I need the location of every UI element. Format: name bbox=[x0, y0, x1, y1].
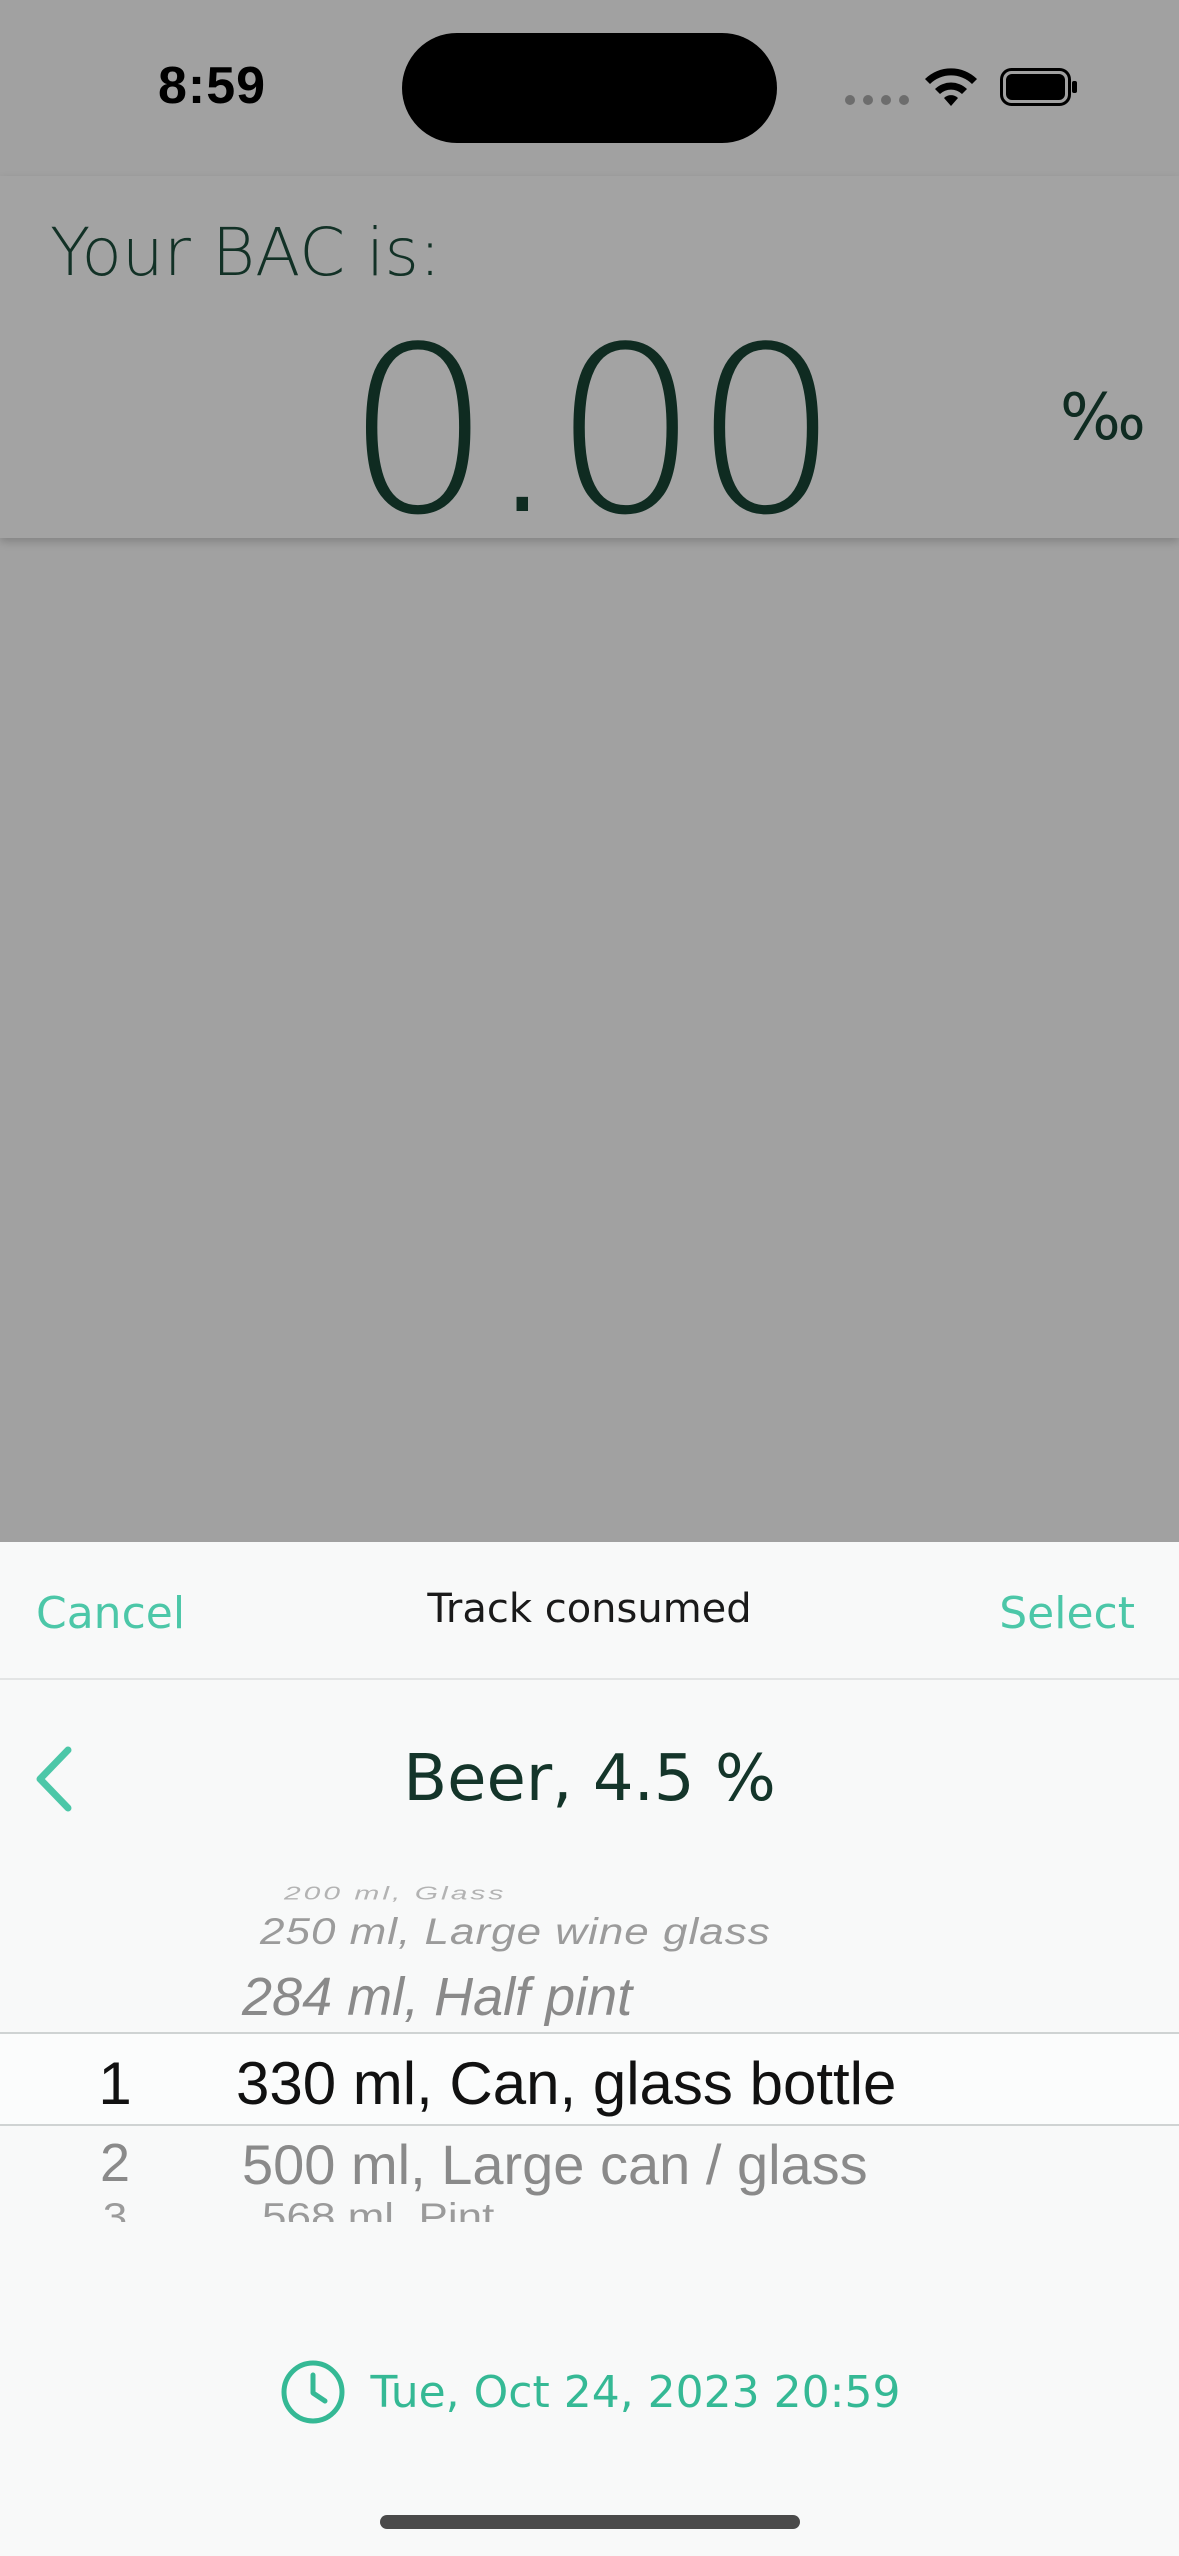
bac-label: Your BAC is: bbox=[50, 214, 442, 291]
clock-icon bbox=[281, 2360, 345, 2424]
bac-value: 0.00 bbox=[345, 299, 839, 566]
picker-size-option[interactable]: 200 ml, Glass bbox=[284, 1883, 506, 1904]
datetime-row[interactable]: Tue, Oct 24, 2023 20:59 bbox=[0, 2352, 1179, 2432]
select-button[interactable]: Select bbox=[999, 1588, 1135, 1639]
status-time: 8:59 bbox=[158, 57, 267, 115]
home-indicator bbox=[380, 2515, 800, 2529]
picker-size-option[interactable]: 250 ml, Large wine glass bbox=[260, 1911, 771, 1954]
picker-size-option[interactable]: 568 ml, Pint bbox=[262, 2196, 494, 2222]
picker-quantity-option[interactable]: 3 bbox=[70, 2196, 160, 2222]
sheet-toolbar: Cancel Track consumed Select bbox=[0, 1542, 1179, 1680]
picker-size-option[interactable]: 284 ml, Half pint bbox=[242, 1966, 632, 2028]
status-bar: 8:59 bbox=[0, 0, 1179, 176]
size-quantity-picker[interactable]: 200 ml, Glass 250 ml, Large wine glass 2… bbox=[0, 1862, 1179, 2222]
picker-quantity-option[interactable]: 2 bbox=[70, 2132, 160, 2194]
picker-size-option-selected[interactable]: 330 ml, Can, glass bottle bbox=[236, 2049, 896, 2118]
dynamic-island bbox=[402, 33, 777, 143]
wifi-icon bbox=[925, 68, 977, 106]
battery-icon bbox=[1000, 68, 1077, 106]
track-consumed-sheet: Cancel Track consumed Select Beer, 4.5 %… bbox=[0, 1542, 1179, 2556]
picker-quantity-option-selected[interactable]: 1 bbox=[70, 2049, 160, 2118]
bac-header: Your BAC is: 0.00 ‰ bbox=[0, 176, 1179, 548]
drink-title: Beer, 4.5 % bbox=[403, 1742, 776, 1816]
cellular-signal-icon bbox=[845, 95, 909, 105]
picker-size-option[interactable]: 500 ml, Large can / glass bbox=[242, 2132, 868, 2197]
bac-unit: ‰ bbox=[1060, 381, 1146, 455]
datetime-text: Tue, Oct 24, 2023 20:59 bbox=[370, 2366, 901, 2418]
